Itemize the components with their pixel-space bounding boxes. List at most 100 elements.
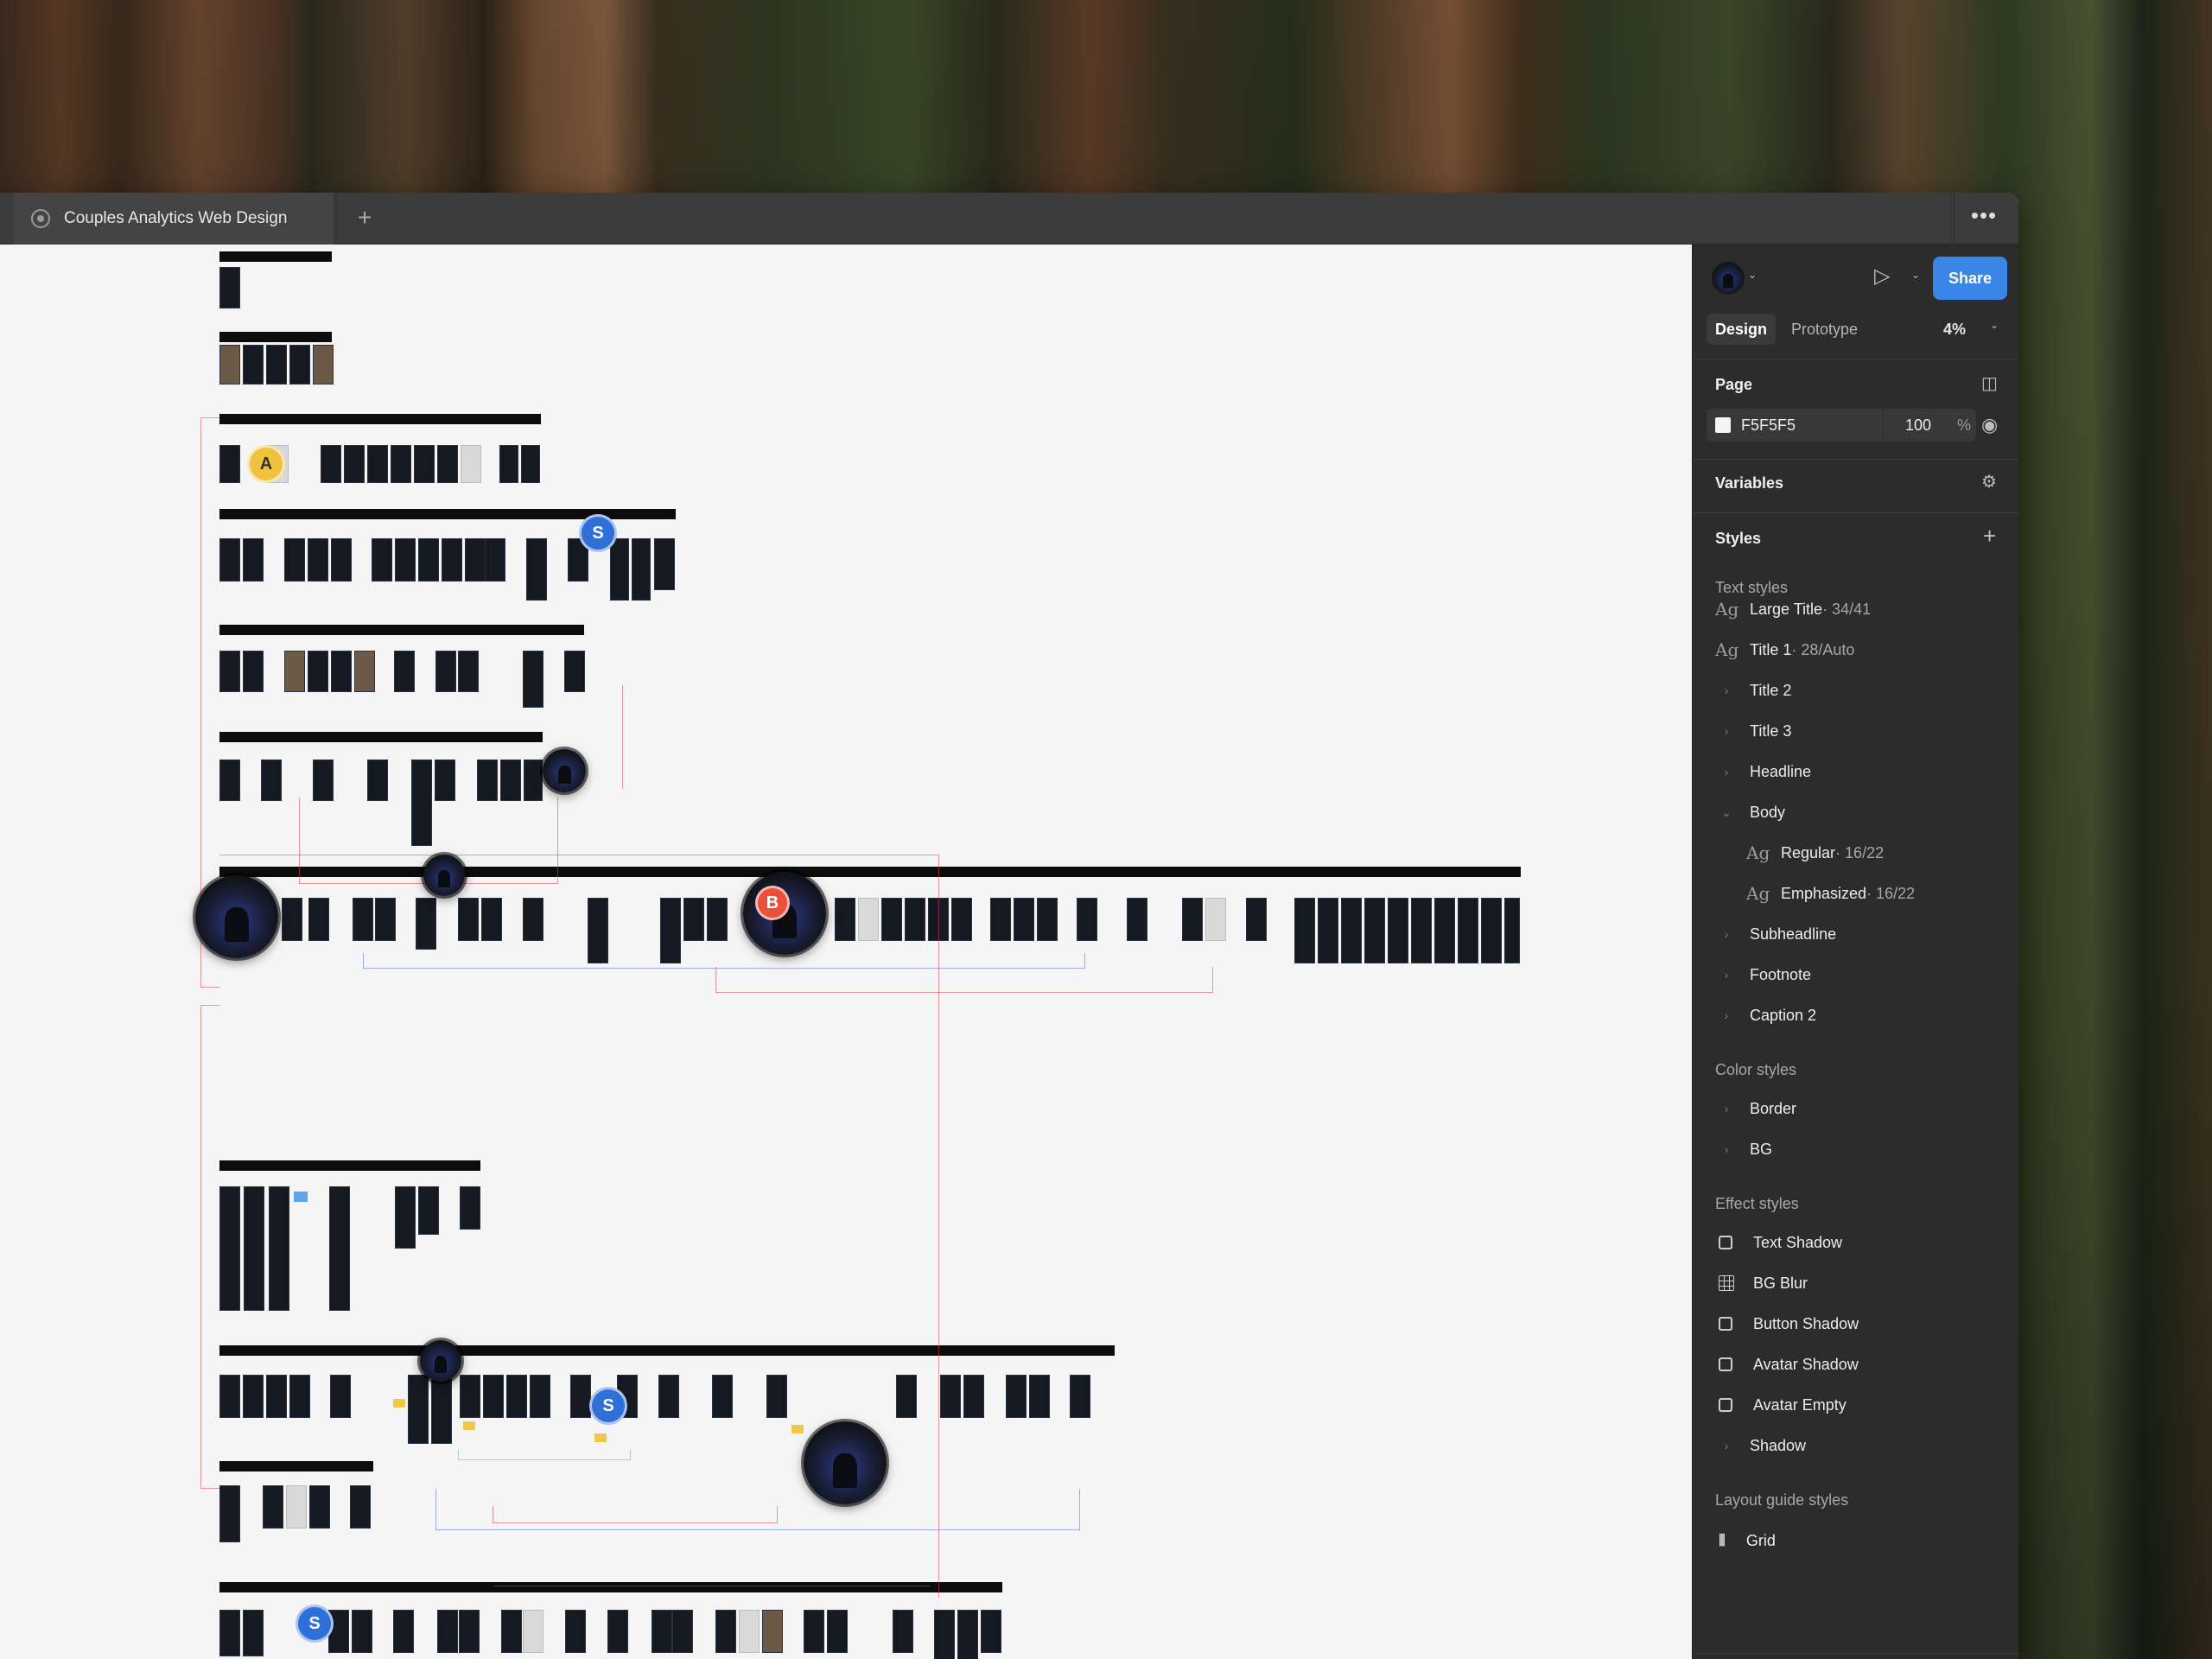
frame-thumbnail bbox=[219, 1485, 240, 1542]
prototype-connector bbox=[458, 1450, 631, 1460]
frame-thumbnail bbox=[372, 538, 392, 582]
frame-thumbnail bbox=[330, 1375, 351, 1418]
frame-thumbnail bbox=[632, 538, 651, 601]
frame-thumbnail bbox=[712, 1375, 733, 1418]
text-style-group-footnote[interactable]: › Footnote bbox=[1693, 956, 2018, 994]
frame-thumbnail bbox=[350, 1485, 371, 1529]
frame-thumbnail bbox=[308, 651, 328, 692]
frame-thumbnail bbox=[395, 538, 416, 582]
frame-thumbnail bbox=[499, 445, 518, 483]
color-style-group-bg[interactable]: › BG bbox=[1693, 1130, 2018, 1168]
frame-thumbnail bbox=[458, 651, 479, 692]
effect-style-text-shadow[interactable]: Text Shadow bbox=[1693, 1224, 2018, 1262]
text-style-title-1[interactable]: Ag Title 1 · 28/Auto bbox=[1693, 631, 2018, 669]
chevron-right-icon[interactable]: › bbox=[1715, 683, 1738, 697]
sticky-note bbox=[463, 1421, 475, 1430]
text-style-group-body[interactable]: ⌄ Body bbox=[1693, 793, 2018, 831]
effect-style-avatar-shadow[interactable]: Avatar Shadow bbox=[1693, 1345, 2018, 1383]
share-button[interactable]: Share bbox=[1933, 257, 2007, 300]
collaborator-avatar-b: B bbox=[755, 886, 790, 920]
frame-thumbnail bbox=[284, 538, 305, 582]
frame-thumbnail bbox=[393, 1610, 414, 1653]
frame-thumbnail bbox=[395, 1186, 416, 1249]
chevron-right-icon[interactable]: › bbox=[1715, 1439, 1738, 1452]
chevron-down-icon[interactable]: ⌄ bbox=[1911, 269, 1920, 281]
divider bbox=[1693, 459, 2018, 460]
tab-design[interactable]: Design bbox=[1707, 314, 1777, 345]
chevron-right-icon[interactable]: › bbox=[1715, 765, 1738, 779]
frame-thumbnail bbox=[739, 1610, 760, 1653]
frame-thumbnail bbox=[565, 1610, 586, 1653]
eye-icon[interactable]: ◉ bbox=[1981, 414, 1998, 436]
chevron-down-icon[interactable]: ⌄ bbox=[1715, 805, 1738, 820]
play-icon[interactable]: ▷ bbox=[1874, 264, 1890, 289]
text-style-group-headline[interactable]: › Headline bbox=[1693, 753, 2018, 791]
chevron-right-icon[interactable]: › bbox=[1715, 968, 1738, 982]
chevron-right-icon[interactable]: › bbox=[1715, 1142, 1738, 1156]
frame-thumbnail bbox=[219, 760, 240, 801]
user-avatar[interactable] bbox=[1712, 262, 1745, 295]
page-color-row[interactable]: F5F5F5 100 % bbox=[1707, 409, 1976, 442]
frame-thumbnail bbox=[990, 898, 1011, 941]
tab-prototype[interactable]: Prototype bbox=[1791, 314, 1858, 345]
frame-thumbnail bbox=[286, 1485, 307, 1529]
collaborator-avatar-photo bbox=[420, 1340, 461, 1382]
frame-thumbnail bbox=[243, 1375, 264, 1418]
effect-style-button-shadow[interactable]: Button Shadow bbox=[1693, 1305, 2018, 1343]
frame-thumbnail bbox=[367, 760, 388, 801]
frame-thumbnail bbox=[352, 1610, 372, 1653]
page-color-hex[interactable]: F5F5F5 bbox=[1741, 416, 1796, 435]
text-style-group-caption-2[interactable]: › Caption 2 bbox=[1693, 996, 2018, 1034]
chevron-down-icon[interactable]: ⌄ bbox=[1990, 319, 1999, 331]
design-canvas[interactable]: A S B S S bbox=[0, 245, 1692, 1659]
file-tab[interactable]: Couples Analytics Web Design bbox=[14, 193, 335, 245]
styles-section-title: Styles bbox=[1715, 530, 1762, 547]
text-style-body-regular[interactable]: Ag Regular · 16/22 bbox=[1693, 834, 2018, 872]
frame-thumbnail bbox=[1341, 898, 1362, 963]
new-tab-button[interactable]: + bbox=[349, 203, 380, 234]
effect-style-group-shadow[interactable]: › Shadow bbox=[1693, 1427, 2018, 1465]
text-style-body-emphasized[interactable]: Ag Emphasized · 16/22 bbox=[1693, 874, 2018, 912]
layout-guide-style-grid[interactable]: ⦀ Grid bbox=[1693, 1522, 2018, 1560]
zoom-level[interactable]: 4% bbox=[1943, 314, 1966, 345]
frame-thumbnail bbox=[375, 898, 396, 941]
frame-thumbnail bbox=[1029, 1375, 1050, 1418]
effect-style-avatar-empty[interactable]: Avatar Empty bbox=[1693, 1386, 2018, 1424]
frame-thumbnail bbox=[1504, 898, 1520, 963]
variables-icon[interactable]: ⚙ bbox=[1981, 471, 1997, 493]
chevron-down-icon[interactable]: ⌄ bbox=[1748, 269, 1757, 281]
section-header bbox=[219, 1582, 1002, 1592]
frame-thumbnail bbox=[331, 651, 352, 692]
chevron-right-icon[interactable]: › bbox=[1715, 724, 1738, 738]
color-styles-title: Color styles bbox=[1715, 1061, 1797, 1078]
frame-thumbnail bbox=[905, 898, 925, 941]
effect-style-bg-blur[interactable]: BG Blur bbox=[1693, 1264, 2018, 1302]
inner-shadow-icon bbox=[1719, 1398, 1732, 1412]
frame-thumbnail bbox=[442, 538, 462, 582]
text-style-group-title-2[interactable]: › Title 2 bbox=[1693, 671, 2018, 709]
chevron-right-icon[interactable]: › bbox=[1715, 1102, 1738, 1116]
color-style-group-border[interactable]: › Border bbox=[1693, 1090, 2018, 1128]
divider bbox=[1693, 1653, 2018, 1654]
page-color-swatch[interactable] bbox=[1715, 417, 1731, 433]
frame-thumbnail bbox=[524, 760, 543, 801]
more-options-button[interactable]: ••• bbox=[1965, 203, 2003, 234]
chevron-right-icon[interactable]: › bbox=[1715, 927, 1738, 941]
add-style-icon[interactable]: + bbox=[1983, 523, 1996, 550]
frame-thumbnail bbox=[564, 651, 585, 692]
divider bbox=[1693, 512, 2018, 513]
text-style-large-title[interactable]: Ag Large Title · 34/41 bbox=[1693, 590, 2018, 628]
variables-section-title: Variables bbox=[1715, 474, 1784, 492]
page-opacity[interactable]: 100 bbox=[1905, 416, 1931, 435]
frame-thumbnail bbox=[266, 345, 287, 385]
chevron-right-icon[interactable]: › bbox=[1715, 1008, 1738, 1022]
collaborator-avatar-s: S bbox=[589, 1387, 627, 1425]
frame-thumbnail bbox=[715, 1610, 736, 1653]
frame-thumbnail bbox=[465, 538, 486, 582]
frame-thumbnail bbox=[284, 651, 305, 692]
frame-thumbnail bbox=[331, 538, 352, 582]
frame-thumbnail bbox=[243, 651, 264, 692]
page-settings-icon[interactable]: ◫ bbox=[1981, 372, 1998, 394]
text-style-group-subheadline[interactable]: › Subheadline bbox=[1693, 915, 2018, 953]
text-style-group-title-3[interactable]: › Title 3 bbox=[1693, 712, 2018, 750]
